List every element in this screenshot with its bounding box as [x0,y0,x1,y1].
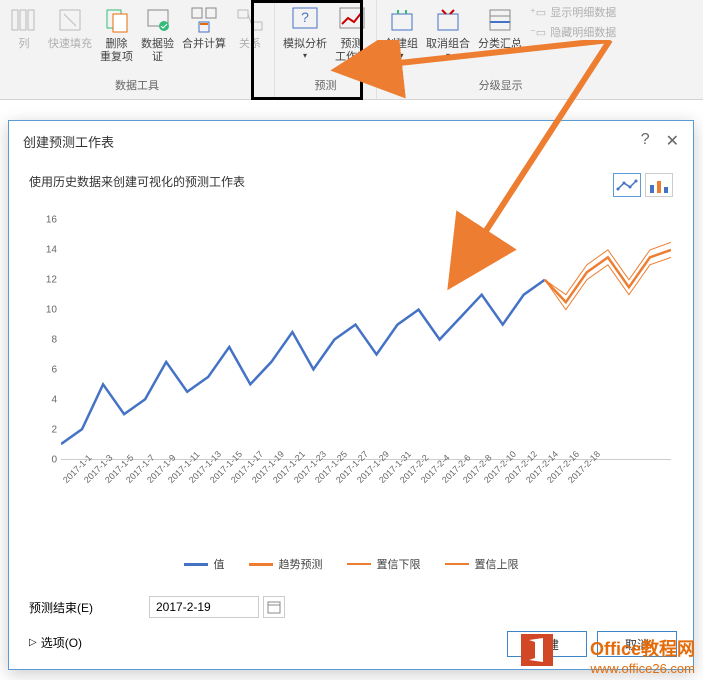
y-tick: 8 [51,335,57,346]
legend-swatch [347,563,371,565]
y-tick: 0 [51,455,57,466]
consolidate-label: 合并计算 [182,38,226,51]
chart-series-line [545,257,671,309]
data-validation-label: 数据验 证 [141,38,174,64]
watermark: Office教程网 www.office26.com [590,635,695,676]
remove-dup-label: 删除 重复项 [100,38,133,64]
ungroup-label: 取消组合 [426,38,470,51]
group-label: 创建组 [385,38,418,51]
close-button[interactable]: ✕ [666,131,679,151]
legend-item: 趋势预测 [249,556,323,572]
forecast-chart: 0246810121416 2017-1-12017-1-32017-1-520… [31,220,671,500]
dialog-title-text: 创建预测工作表 [23,132,114,151]
chart-series-line [61,280,545,444]
chart-series-line [545,242,671,294]
ungroup-btn[interactable]: 取消组合 ▾ [422,2,474,72]
remove-dup-btn[interactable]: 删除 重复项 [96,2,137,72]
flash-fill-label: 快速填充 [48,38,92,51]
line-chart-type-btn[interactable] [613,173,641,197]
chevron-right-icon: ▷ [29,637,37,648]
hide-detail-btn: ⁻▭隐藏明细数据 [530,24,616,40]
forecast-sheet-label: 预测 工作表 [335,38,368,64]
remove-dup-icon [101,4,133,36]
relations-btn[interactable]: 关系 [230,2,270,72]
chart-legend: 值 趋势预测 置信下限 置信上限 [29,556,673,572]
data-validation-icon [142,4,174,36]
flash-fill-icon [54,4,86,36]
columns-btn[interactable]: 列 [4,2,44,72]
dialog-titlebar: 创建预测工作表 ? ✕ [9,121,693,161]
consolidate-btn[interactable]: 合并计算 [178,2,230,72]
group-label-outline: 分级显示 [381,75,620,97]
consolidate-icon [188,4,220,36]
svg-text:?: ? [301,9,309,25]
bar-chart-type-btn[interactable] [645,173,673,197]
legend-item: 值 [184,556,225,572]
group-icon [386,4,418,36]
y-tick: 10 [46,305,57,316]
legend-item: 置信下限 [347,556,421,572]
ungroup-icon [432,4,464,36]
chart-series-line [545,250,671,302]
columns-label: 列 [19,38,30,51]
group-btn[interactable]: 创建组 ▾ [381,2,422,72]
what-if-icon: ? [289,4,321,36]
group-label-data-tools: 数据工具 [4,75,270,97]
legend-label: 置信上限 [475,556,519,572]
dialog-subtitle: 使用历史数据来创建可视化的预测工作表 [29,173,673,190]
relations-icon [234,4,266,36]
ribbon: 列 快速填充 删除 重复项 数据验 证 合并计算 关系 数 [0,0,703,100]
ribbon-group-data-tools: 列 快速填充 删除 重复项 数据验 证 合并计算 关系 数 [0,0,275,99]
office-logo-icon [521,634,553,666]
y-tick: 4 [51,395,57,406]
subtotal-label: 分类汇总 [478,38,522,51]
forecast-sheet-icon [336,4,368,36]
legend-swatch [445,563,469,565]
legend-item: 置信上限 [445,556,519,572]
watermark-title: Office教程网 [590,635,695,661]
y-tick: 16 [46,215,57,226]
what-if-btn[interactable]: ? 模拟分析 ▾ [279,2,331,72]
forecast-dialog: 创建预测工作表 ? ✕ 使用历史数据来创建可视化的预测工作表 0 2 4 6 8 10 12… [8,120,694,670]
forecast-end-input[interactable] [149,596,259,618]
legend-swatch [249,563,273,566]
help-button[interactable]: ? [641,131,650,151]
flash-fill-btn[interactable]: 快速填充 [44,2,96,72]
show-detail-btn: ⁺▭显示明细数据 [530,4,616,20]
ribbon-group-forecast: ? 模拟分析 ▾ 预测 工作表 预测 [275,0,377,99]
y-tick: 14 [46,245,57,256]
watermark-url: www.office26.com [590,661,695,676]
what-if-label: 模拟分析 [283,38,327,51]
forecast-sheet-btn[interactable]: 预测 工作表 [331,2,372,72]
y-tick: 12 [46,275,57,286]
y-tick: 2 [51,425,57,436]
legend-label: 置信下限 [377,556,421,572]
relations-label: 关系 [239,38,261,51]
y-tick: 6 [51,365,57,376]
legend-swatch [184,563,208,566]
date-picker-btn[interactable] [263,596,285,618]
subtotal-icon [484,4,516,36]
ribbon-group-outline: 创建组 ▾ 取消组合 ▾ 分类汇总 ⁺▭显示明细数据 ⁻▭隐藏明细数据 分级显示 [377,0,624,99]
columns-icon [8,4,40,36]
minus-icon: ⁻▭ [530,26,546,39]
plus-icon: ⁺▭ [530,6,546,19]
subtotal-btn[interactable]: 分类汇总 [474,2,526,72]
group-label-forecast: 预测 [279,75,372,97]
options-label: 选项(O) [41,634,82,651]
legend-label: 趋势预测 [279,556,323,572]
data-validation-btn[interactable]: 数据验 证 [137,2,178,72]
forecast-end-label: 预测结束(E) [29,599,119,616]
legend-label: 值 [214,556,225,572]
